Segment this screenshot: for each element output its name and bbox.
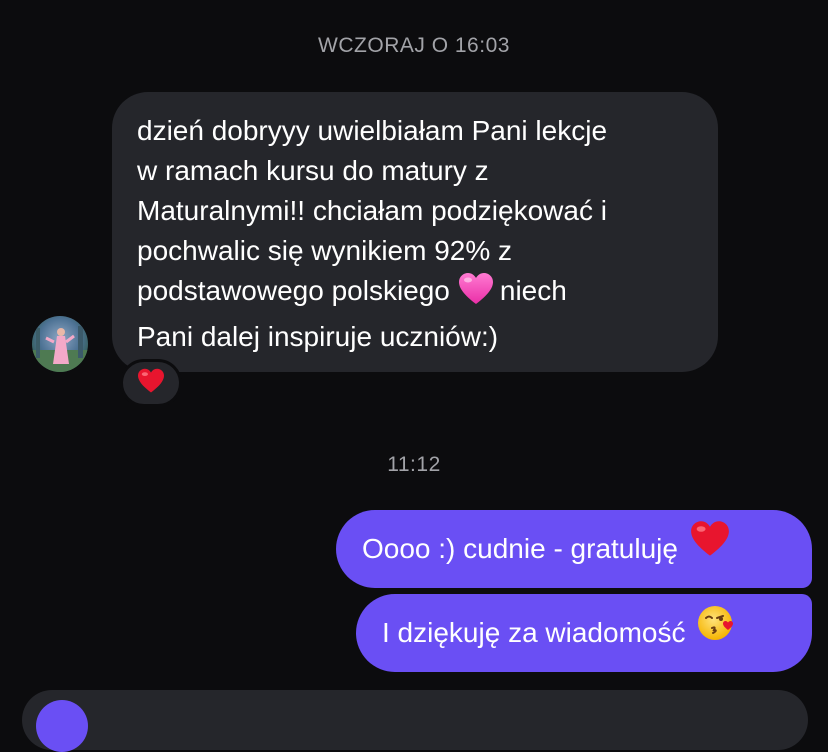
message-text: podstawowego polskiego [137, 275, 450, 306]
avatar-image [32, 316, 88, 372]
message-line: w ramach kursu do matury z [137, 155, 489, 186]
timestamp-yesterday: WCZORAJ O 16:03 [318, 34, 510, 57]
message-line: Maturalnymi!! chciałam podziękować i [137, 195, 607, 226]
message-line: dzień dobryyy uwielbiałam Pani lekcje [137, 115, 608, 146]
incoming-message-bubble[interactable]: dzień dobryyy uwielbiałam Pani lekcje w … [112, 92, 718, 372]
timestamp-today: 11:12 [387, 453, 441, 476]
red-heart-icon [137, 368, 165, 399]
message-composer[interactable] [22, 690, 808, 750]
camera-button[interactable] [36, 700, 88, 752]
face-blowing-kiss-icon [697, 594, 735, 672]
reaction-badge[interactable] [120, 359, 182, 407]
message-text: niech [499, 275, 567, 306]
message-text: Oooo :) cudnie - gratuluję [362, 533, 678, 564]
outgoing-message-bubble[interactable]: Oooo :) cudnie - gratuluję [336, 510, 812, 588]
pink-heart-icon [458, 272, 494, 317]
message-line: pochwalic się wynikiem 92% z [137, 235, 513, 266]
message-text: I dziękuję za wiadomość [382, 617, 686, 648]
outgoing-message-bubble[interactable]: I dziękuję za wiadomość [356, 594, 812, 672]
red-heart-icon [690, 510, 730, 588]
message-line: Pani dalej inspiruje uczniów:) [137, 321, 499, 352]
avatar[interactable] [32, 316, 88, 372]
message-line-with-emoji: podstawowego polskiego niech [137, 271, 698, 317]
